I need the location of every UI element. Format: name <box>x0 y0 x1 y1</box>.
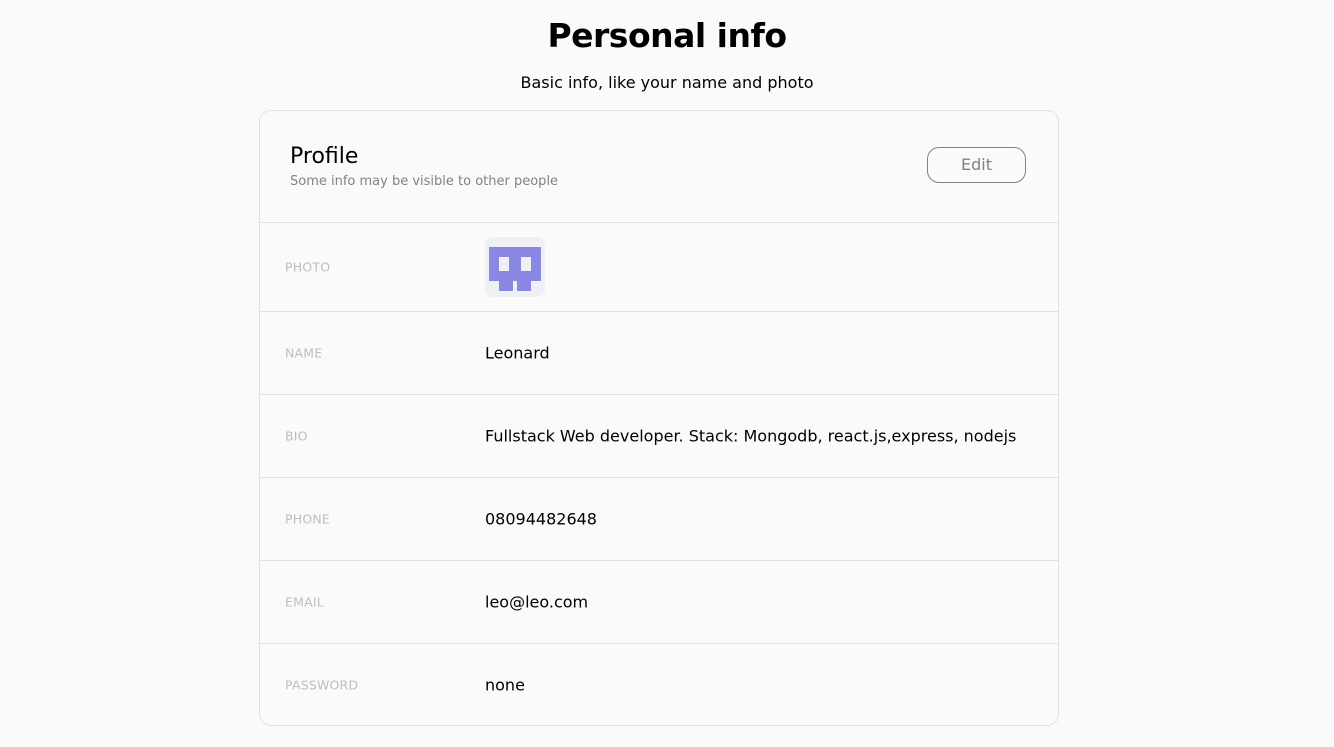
bio-row: BIO Fullstack Web developer. Stack: Mong… <box>260 395 1058 478</box>
email-value: leo@leo.com <box>485 592 589 612</box>
page-title: Personal info <box>547 16 787 55</box>
phone-label: PHONE <box>285 511 331 527</box>
profile-subtitle: Some info may be visible to other people <box>290 174 559 189</box>
profile-card: Profile Some info may be visible to othe… <box>259 110 1059 726</box>
photo-row: PHOTO <box>260 223 1058 312</box>
name-row: NAME Leonard <box>260 312 1058 395</box>
page-subtitle: Basic info, like your name and photo <box>520 73 814 92</box>
password-label: PASSWORD <box>285 677 359 693</box>
profile-title: Profile <box>290 144 359 169</box>
avatar-identicon-icon <box>489 247 541 291</box>
phone-row: PHONE 08094482648 <box>260 478 1058 561</box>
avatar <box>485 237 545 297</box>
password-value: none <box>485 675 525 695</box>
name-value: Leonard <box>485 343 550 363</box>
email-label: EMAIL <box>285 594 324 610</box>
password-row: PASSWORD none <box>260 644 1058 725</box>
email-row: EMAIL leo@leo.com <box>260 561 1058 644</box>
edit-button[interactable]: Edit <box>927 147 1026 183</box>
bio-value: Fullstack Web developer. Stack: Mongodb,… <box>485 426 1017 446</box>
bio-label: BIO <box>285 428 308 444</box>
photo-label: PHOTO <box>285 259 331 275</box>
profile-card-header: Profile Some info may be visible to othe… <box>260 111 1058 223</box>
phone-value: 08094482648 <box>485 509 597 529</box>
name-label: NAME <box>285 345 323 361</box>
